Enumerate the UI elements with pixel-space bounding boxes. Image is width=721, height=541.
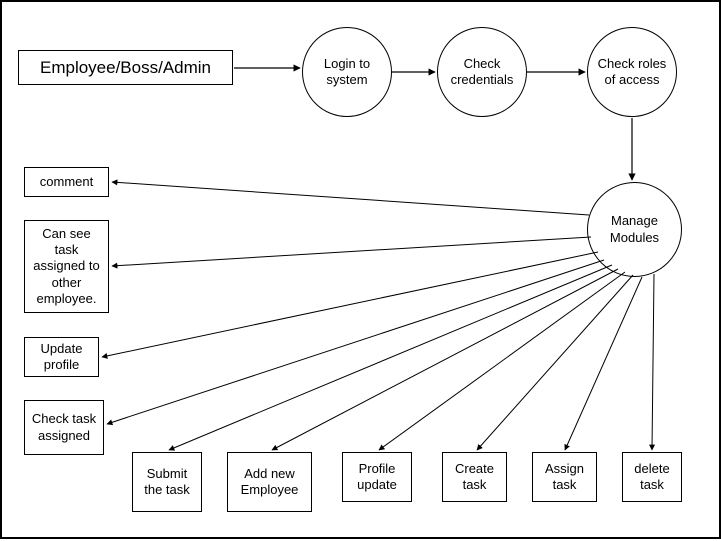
- module-submit-task-label: Submit the task: [139, 466, 195, 499]
- module-create-task-label: Create task: [449, 461, 500, 494]
- module-delete-task: delete task: [622, 452, 682, 502]
- arrow-manage-comment: [112, 182, 589, 215]
- module-update-profile-label: Update profile: [31, 341, 92, 374]
- module-assign-task-label: Assign task: [539, 461, 590, 494]
- module-check-task-assigned: Check task assigned: [24, 400, 104, 455]
- step-manage-modules: Manage Modules: [587, 182, 682, 277]
- module-comment-label: comment: [40, 174, 93, 190]
- step-check-credentials: Check credentials: [437, 27, 527, 117]
- diagram-canvas: Employee/Boss/Admin Login to system Chec…: [0, 0, 721, 539]
- arrow-manage-createtask: [477, 275, 633, 450]
- module-create-task: Create task: [442, 452, 507, 502]
- module-add-employee: Add new Employee: [227, 452, 312, 512]
- step-login: Login to system: [302, 27, 392, 117]
- module-see-task-other: Can see task assigned to other employee.: [24, 220, 109, 313]
- arrow-manage-seetask: [112, 237, 591, 266]
- module-profile-update: Profile update: [342, 452, 412, 502]
- step-check-roles: Check roles of access: [587, 27, 677, 117]
- arrow-manage-updateprofile: [102, 252, 598, 357]
- module-comment: comment: [24, 167, 109, 197]
- module-delete-task-label: delete task: [629, 461, 675, 494]
- arrow-manage-submit: [169, 265, 612, 450]
- arrow-manage-deletetask: [652, 274, 654, 450]
- step-check-roles-label: Check roles of access: [594, 56, 670, 89]
- actor-label: Employee/Boss/Admin: [40, 57, 211, 78]
- module-check-task-assigned-label: Check task assigned: [31, 411, 97, 444]
- arrow-manage-profileupdate: [379, 272, 625, 450]
- module-profile-update-label: Profile update: [349, 461, 405, 494]
- module-submit-task: Submit the task: [132, 452, 202, 512]
- arrow-manage-checktask: [107, 260, 604, 424]
- step-manage-modules-label: Manage Modules: [594, 213, 675, 246]
- arrow-manage-addemp: [272, 269, 618, 450]
- step-check-credentials-label: Check credentials: [444, 56, 520, 89]
- step-login-label: Login to system: [309, 56, 385, 89]
- module-add-employee-label: Add new Employee: [234, 466, 305, 499]
- module-update-profile: Update profile: [24, 337, 99, 377]
- arrow-manage-assigntask: [565, 277, 642, 450]
- actor-box: Employee/Boss/Admin: [18, 50, 233, 85]
- module-see-task-other-label: Can see task assigned to other employee.: [31, 226, 102, 307]
- module-assign-task: Assign task: [532, 452, 597, 502]
